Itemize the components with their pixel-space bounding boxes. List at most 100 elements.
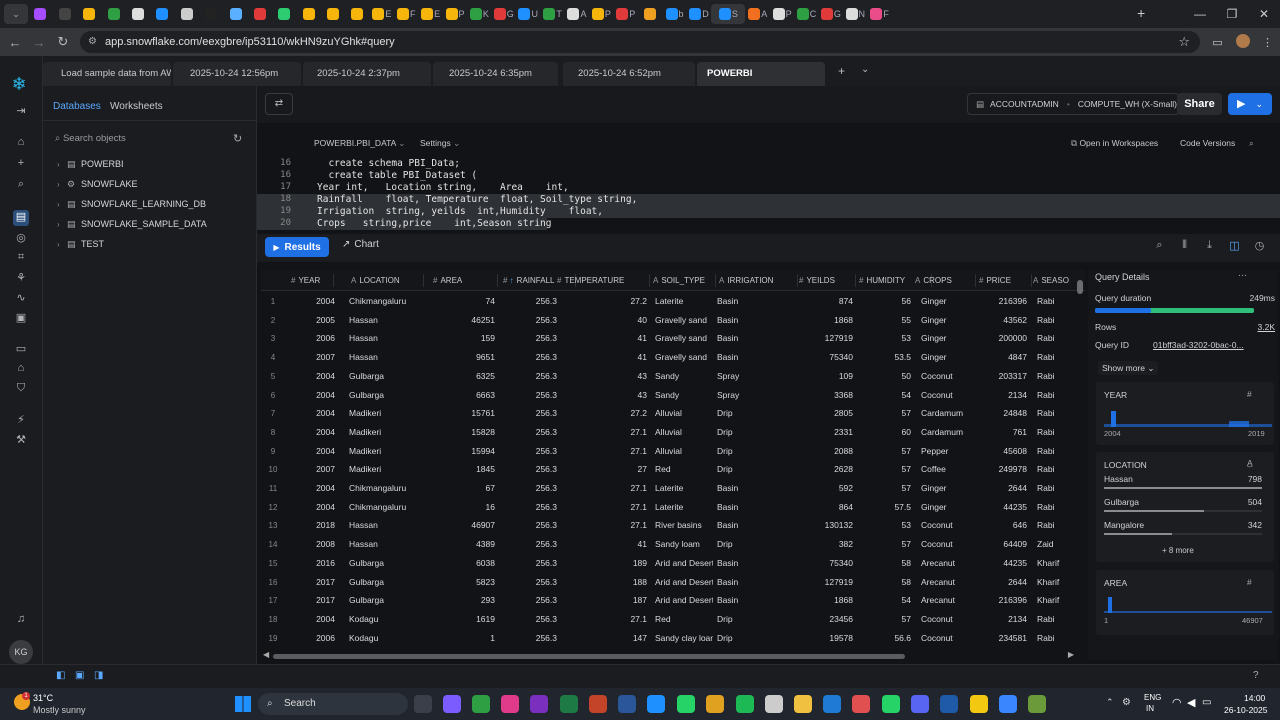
table-cell[interactable]: 6038 [429,554,495,573]
table-cell[interactable]: Sandy loam [653,535,713,554]
code-versions-link[interactable]: Code Versions [1180,138,1235,148]
tray-app-icon[interactable]: ⚙ [1122,697,1131,708]
table-cell[interactable]: Drip [715,423,791,442]
columns-icon[interactable]: ⫴ [1172,239,1197,252]
column-divider[interactable] [1031,274,1032,287]
browser-tab[interactable] [175,4,199,24]
table-cell[interactable]: Arid and Desert [653,554,713,573]
table-cell[interactable]: Basin [715,479,791,498]
table-cell[interactable]: 41 [557,535,647,554]
column-header[interactable]: # TEMPERATURE [557,270,651,291]
power-bi-icon[interactable] [970,695,988,713]
whatsapp-icon[interactable] [882,695,900,713]
catalog-icon[interactable]: ▭ [13,342,29,358]
table-row[interactable]: 8 2004 Madikeri 15828 256.3 27.1 Alluvial Drip 2… [261,423,1085,442]
more-locations-link[interactable]: + 8 more [1162,546,1194,555]
browser-tab[interactable]: F [868,4,892,24]
table-cell[interactable]: 44235 [975,554,1027,573]
table-cell[interactable]: Pepper [919,442,973,461]
table-cell[interactable]: 2004 [287,479,335,498]
new-tab-button[interactable]: + [1137,5,1145,21]
table-cell[interactable]: 27.1 [557,610,647,629]
table-cell[interactable]: 43 [557,386,647,405]
search-icon[interactable]: ⌕ [1147,239,1172,252]
database-item[interactable]: › ▤ POWERBI [57,157,124,171]
table-cell[interactable]: 74 [429,292,495,311]
table-cell[interactable]: Drip [715,610,791,629]
copilot-icon[interactable] [443,695,461,713]
table-cell[interactable]: Gulbarga [347,591,425,610]
table-cell[interactable]: 53 [857,516,911,535]
table-cell[interactable]: Kodagu [347,629,425,648]
table-cell[interactable]: 1845 [429,460,495,479]
table-row[interactable]: 7 2004 Madikeri 15761 256.3 27.2 Alluvial Drip 2… [261,404,1085,423]
table-cell[interactable]: 27.1 [557,423,647,442]
table-cell[interactable]: 874 [795,292,853,311]
table-cell[interactable]: 2006 [287,329,335,348]
table-cell[interactable]: 44235 [975,498,1027,517]
column-divider[interactable] [855,274,856,287]
table-cell[interactable]: 43 [557,367,647,386]
table-cell[interactable]: Ginger [919,329,973,348]
table-cell[interactable]: 6663 [429,386,495,405]
browser-tab[interactable] [150,4,174,24]
table-cell[interactable]: 43562 [975,311,1027,330]
table-cell[interactable]: 50 [857,367,911,386]
table-cell[interactable]: 53 [857,329,911,348]
table-cell[interactable]: Arid and Desert [653,591,713,610]
table-cell[interactable]: Gravelly sand [653,329,713,348]
column-divider[interactable] [333,274,334,287]
scroll-left-icon[interactable]: ◀ [263,650,269,659]
table-cell[interactable]: 9651 [429,348,495,367]
table-row[interactable]: 16 2017 Gulbarga 5823 256.3 188 Arid and Deser… [261,573,1085,592]
tab-worksheets[interactable]: Worksheets [110,101,163,112]
location-item[interactable]: Gulbarga 504 [1104,497,1262,517]
table-cell[interactable]: 67 [429,479,495,498]
table-cell[interactable]: 15828 [429,423,495,442]
table-cell[interactable]: Alluvial [653,442,713,461]
column-header[interactable]: # YEAR [291,270,335,291]
ai-ml-icon[interactable]: ⌗ [13,251,29,267]
table-cell[interactable]: Basin [715,516,791,535]
table-cell[interactable]: Hassan [347,348,425,367]
browser-tab[interactable]: T [541,4,565,24]
lang-in[interactable]: IN [1146,704,1154,713]
rows-value[interactable]: 3.2K [1235,322,1276,332]
browser-tab[interactable] [638,4,662,24]
table-row[interactable]: 15 2016 Gulbarga 6038 256.3 189 Arid and Deser… [261,554,1085,573]
data-icon[interactable]: ◎ [13,231,29,247]
browser-tab[interactable]: P [443,4,467,24]
table-cell[interactable]: 27.2 [557,292,647,311]
table-cell[interactable]: Cardamum [919,404,973,423]
table-row[interactable]: 12 2004 Chikmangaluru 16 256.3 27.1 Laterite Ba… [261,498,1085,517]
table-cell[interactable]: Arid and Desert [653,573,713,592]
table-cell[interactable]: 216396 [975,591,1027,610]
table-cell[interactable]: Ginger [919,292,973,311]
table-cell[interactable]: 188 [557,573,647,592]
user-avatar[interactable]: KG [9,640,33,664]
results-button[interactable]: ▶ Results [265,237,329,257]
table-cell[interactable]: 189 [557,554,647,573]
table-cell[interactable]: Kodagu [347,610,425,629]
table-cell[interactable]: 159 [429,329,495,348]
column-header[interactable]: A IRRIGATION [719,270,799,291]
table-cell[interactable]: 234581 [975,629,1027,648]
table-cell[interactable]: 27 [557,460,647,479]
governance-icon[interactable]: ⌂ [13,362,29,378]
wifi-icon[interactable]: ◠ [1172,696,1182,709]
table-cell[interactable]: Chikmangaluru [347,498,425,517]
table-cell[interactable]: 75340 [795,348,853,367]
table-cell[interactable]: 2134 [975,386,1027,405]
table-cell[interactable]: 2134 [975,610,1027,629]
excel-icon[interactable] [560,695,578,713]
column-divider[interactable] [649,274,650,287]
table-cell[interactable]: Drip [715,460,791,479]
worksheet-tab[interactable]: 2025-10-24 6:52pm [563,62,695,86]
app-icon[interactable] [940,695,958,713]
column-header[interactable]: A SOIL_TYPE [653,270,717,291]
tabs-dropdown-icon[interactable]: ⌄ [861,64,869,75]
year-card[interactable]: YEAR # 2004 2019 [1096,382,1274,445]
table-cell[interactable]: 2805 [795,404,853,423]
discord-icon[interactable] [911,695,929,713]
table-cell[interactable]: 256.3 [499,404,557,423]
